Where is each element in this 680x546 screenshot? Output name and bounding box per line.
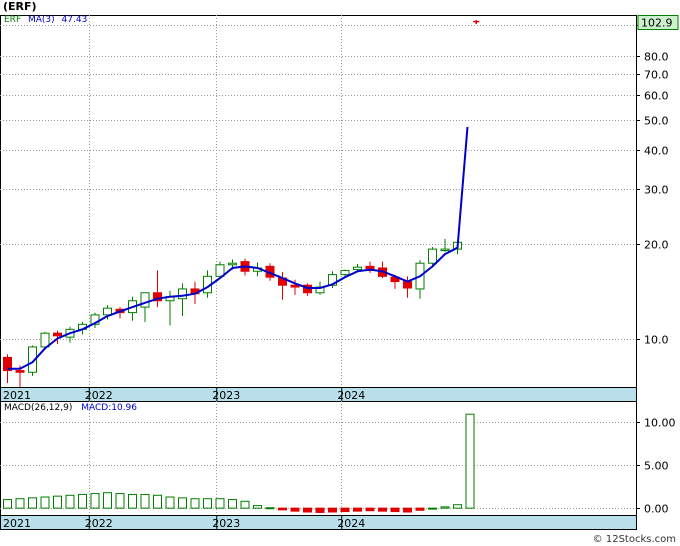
macd-bar	[40, 496, 50, 509]
candle-body	[440, 248, 450, 252]
price-legend: ERF MA(3) 47.43	[4, 15, 87, 25]
macd-tick-label: 10.00	[644, 417, 676, 430]
macd-tick-label: 0.00	[644, 503, 669, 516]
x-tick-label: 2022	[85, 517, 113, 530]
price-panel: 10.020.030.040.050.060.070.080.0100.0202…	[0, 15, 679, 402]
macd-bar	[3, 499, 12, 509]
macd-params: MACD(26,12,9)	[4, 403, 73, 413]
macd-bar	[140, 493, 150, 509]
macd-bar	[340, 507, 350, 513]
macd-legend: MACD(26,12,9) MACD:10.96	[4, 403, 137, 413]
macd-bar	[78, 493, 87, 509]
price-tick-label: 60.0	[644, 90, 669, 103]
macd-bar	[103, 492, 112, 509]
macd-bar	[165, 496, 175, 509]
macd-bar	[28, 497, 37, 509]
candle-body	[178, 288, 187, 300]
legend-ma-label: MA(3)	[28, 15, 55, 25]
macd-bar	[415, 507, 425, 511]
macd-bar	[253, 505, 262, 509]
x-tick-label: 2023	[212, 389, 240, 402]
macd-panel: 2021 2022 2023 2024 0.00 5.00 10.00	[0, 401, 676, 530]
price-tick-label: 70.0	[644, 69, 669, 82]
macd-bar	[453, 504, 462, 509]
candle-body	[353, 266, 362, 271]
x-tick-label: 2021	[3, 389, 31, 402]
candle-body	[15, 370, 25, 373]
macd-bar	[378, 507, 387, 512]
macd-bar	[303, 507, 312, 513]
x-tick-label: 2021	[3, 517, 31, 530]
x-tick-label: 2024	[337, 389, 365, 402]
macd-bar	[390, 507, 400, 513]
price-tick-label: 80.0	[644, 51, 669, 64]
macd-bar	[53, 495, 62, 509]
chart-canvas: 10.020.030.040.050.060.070.080.0100.0202…	[0, 15, 679, 530]
macd-bar	[128, 493, 137, 509]
macd-bar	[440, 506, 450, 509]
macd-bar	[90, 493, 100, 509]
macd-bar	[115, 493, 125, 509]
macd-bar	[203, 498, 212, 509]
price-tick-label: 40.0	[644, 145, 669, 158]
x-tick-label: 2023	[212, 517, 240, 530]
price-frame	[0, 15, 637, 388]
macd-bar	[403, 507, 412, 513]
macd-bar	[428, 507, 437, 510]
price-badge-label: 102.9	[641, 17, 673, 30]
macd-bar	[215, 498, 225, 509]
macd-bar	[465, 413, 475, 509]
candle-body	[340, 269, 350, 276]
macd-bar	[265, 507, 275, 510]
macd-bar	[240, 500, 250, 509]
macd-bar	[190, 498, 200, 509]
candle-body	[53, 332, 62, 337]
watermark: © 12Stocks.com	[592, 534, 676, 545]
candle-body	[40, 332, 50, 348]
macd-bar	[328, 507, 337, 513]
macd-bar	[365, 507, 375, 512]
macd-bar	[228, 499, 237, 509]
macd-bar	[15, 498, 25, 509]
macd-bar	[290, 507, 300, 512]
candle-body	[228, 262, 237, 266]
macd-bar	[65, 494, 75, 509]
macd-bar	[353, 507, 362, 512]
x-tick-label: 2022	[85, 389, 113, 402]
price-tick-label: 50.0	[644, 115, 669, 128]
candle-body	[428, 248, 437, 264]
price-tick-label: 30.0	[644, 184, 669, 197]
macd-value: MACD:10.96	[81, 403, 138, 413]
price-tick-label: 20.0	[644, 239, 669, 252]
candle-body	[140, 292, 150, 308]
macd-bar	[278, 507, 287, 511]
legend-symbol: ERF	[4, 15, 22, 25]
candle-body	[103, 307, 112, 316]
x-tick-label: 2024	[337, 517, 365, 530]
chart-title: (ERF)	[3, 0, 37, 13]
legend-ma-value: 47.43	[61, 15, 88, 25]
macd-bar	[178, 497, 187, 509]
price-tick-label: 10.0	[644, 334, 669, 347]
macd-tick-label: 5.00	[644, 460, 669, 473]
macd-bar	[153, 494, 162, 509]
macd-bar	[315, 507, 325, 513]
